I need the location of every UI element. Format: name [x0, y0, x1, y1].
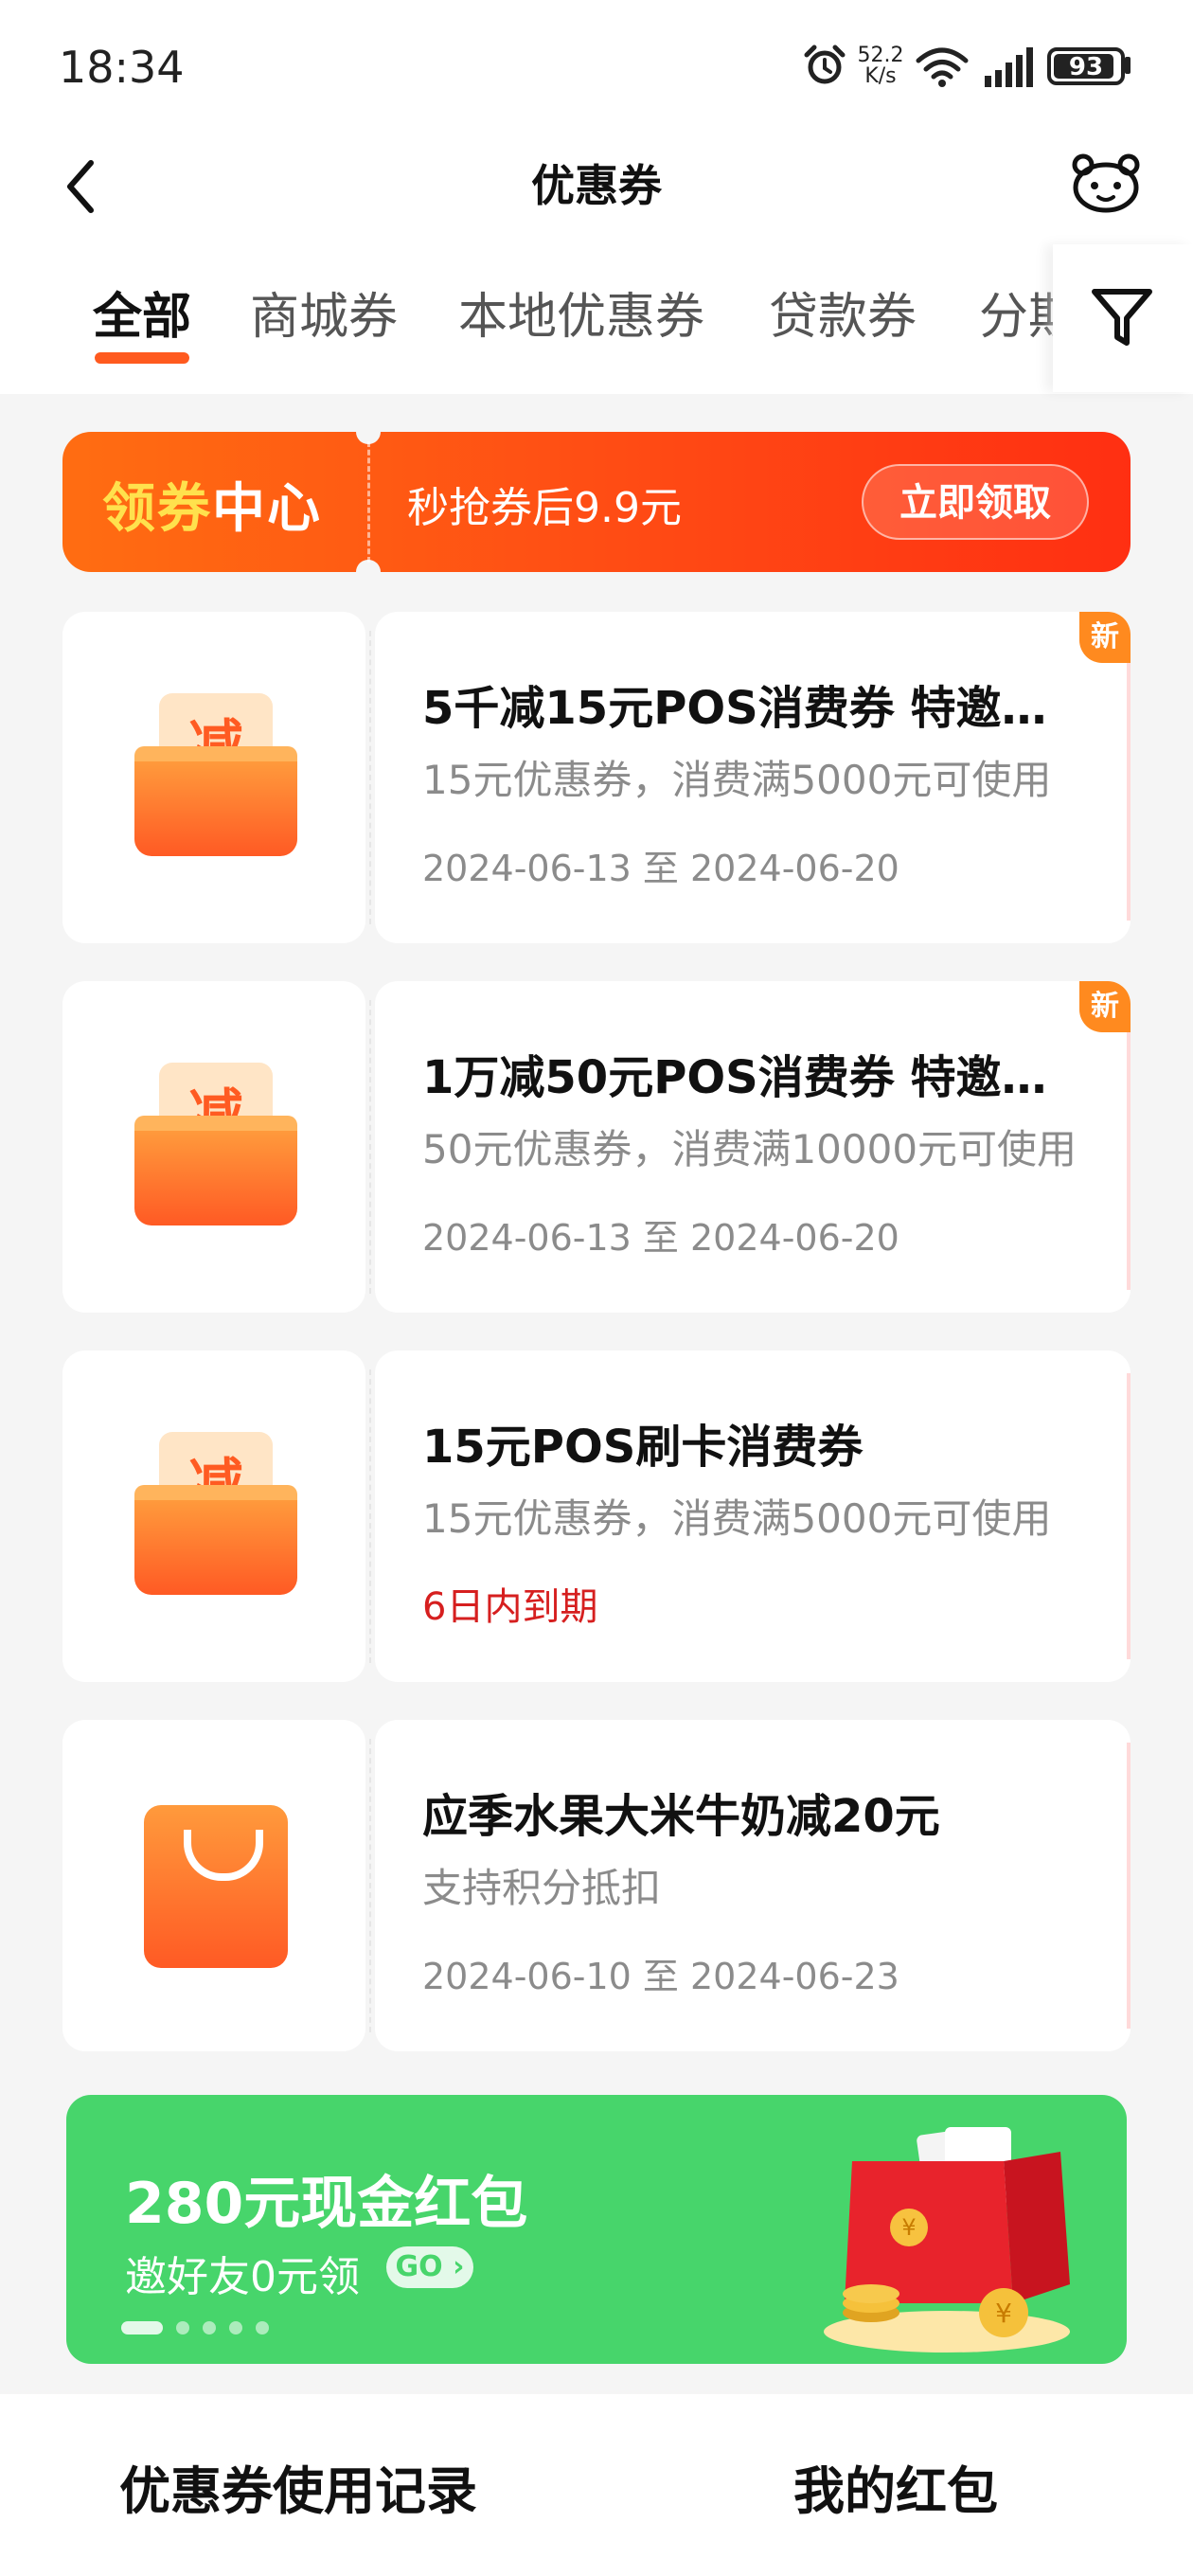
discount-envelope-icon: 减: [134, 693, 297, 856]
alarm-icon: [804, 45, 846, 84]
coupon-usage-record-button[interactable]: 优惠券使用记录: [119, 2449, 477, 2524]
coupon-card-left: 减: [62, 612, 365, 943]
coupon-title: 应季水果大米牛奶减20元: [422, 1790, 940, 1843]
filter-button[interactable]: [1053, 244, 1193, 392]
my-redpack-button[interactable]: 我的红包: [793, 2449, 998, 2524]
cash-redpack-promo-banner[interactable]: 280元现金红包 邀好友0元领 GO › ¥ ¥: [66, 2095, 1127, 2364]
coupon-card-left: 减: [62, 981, 365, 1313]
claim-now-button[interactable]: 立即领取: [862, 464, 1089, 540]
network-speed-value: 52.2: [857, 44, 904, 67]
coupon-card-left: [62, 1720, 365, 2051]
svg-text:¥: ¥: [901, 2214, 916, 2241]
tab-active-indicator: [95, 352, 189, 364]
coupon-center-title-part1: 领券: [102, 478, 212, 540]
promo-subtitle: 邀好友0元领: [125, 2253, 360, 2301]
new-badge: 新: [1079, 981, 1131, 1032]
carousel-indicator: [121, 2320, 282, 2338]
coupon-title: 15元POS刷卡消费券: [422, 1421, 864, 1474]
coupon-description: 15元优惠券，消费满5000元可使用: [422, 757, 1052, 803]
card-divider: [369, 1000, 371, 1294]
coupon-validity: 2024-06-13 至 2024-06-20: [422, 848, 899, 889]
back-button[interactable]: [53, 153, 110, 220]
filter-icon: [1092, 289, 1152, 346]
card-divider: [369, 1369, 371, 1663]
signal-icon: [985, 47, 1033, 87]
tab-mall[interactable]: 商城券: [250, 277, 398, 348]
network-speed-unit: K/s: [864, 64, 897, 88]
coupon-center-description: 秒抢券后9.9元: [407, 484, 682, 532]
customer-service-robot-icon[interactable]: [1068, 152, 1144, 218]
coupon-description: 15元优惠券，消费满5000元可使用: [422, 1495, 1052, 1542]
coupon-validity: 2024-06-10 至 2024-06-23: [422, 1956, 899, 1997]
tab-local[interactable]: 本地优惠券: [458, 277, 704, 348]
wifi-icon: [916, 47, 969, 87]
ticket-divider: [367, 441, 370, 563]
coupon-title: 5千减15元POS消费券 特邀商户专享: [422, 682, 1085, 735]
tab-all[interactable]: 全部: [93, 277, 191, 348]
shopping-bag-icon: [144, 1801, 288, 1968]
battery-icon: 93: [1047, 47, 1125, 85]
new-badge: 新: [1079, 612, 1131, 663]
svg-text:¥: ¥: [995, 2298, 1012, 2329]
tab-loan[interactable]: 贷款券: [769, 277, 917, 348]
network-speed: 52.2 K/s: [854, 45, 907, 87]
battery-nub: [1125, 57, 1131, 74]
coupon-validity: 2024-06-13 至 2024-06-20: [422, 1217, 899, 1259]
coupon-expiry-warning: 6日内到期: [422, 1585, 598, 1629]
coupon-card-left: 减: [62, 1351, 365, 1682]
coupon-title: 1万减50元POS消费券 特邀商户专享: [422, 1051, 1085, 1104]
coupon-center-banner[interactable]: 领券中心 秒抢券后9.9元 立即领取: [62, 432, 1131, 572]
coupon-center-title-part2: 中心: [212, 478, 322, 540]
card-divider: [369, 631, 371, 924]
discount-envelope-icon: 减: [134, 1432, 297, 1595]
battery-level: 93: [1068, 53, 1104, 81]
discount-envelope-icon: 减: [134, 1063, 297, 1225]
coupon-description: 支持积分抵扣: [422, 1865, 662, 1911]
coupon-center-title: 领券中心: [102, 466, 322, 543]
status-time: 18:34: [59, 42, 185, 93]
promo-title: 280元现金红包: [125, 2171, 528, 2237]
coupon-description: 50元优惠券，消费满10000元可使用: [422, 1126, 1077, 1172]
card-divider: [369, 1739, 371, 2032]
promo-go-button[interactable]: GO ›: [386, 2246, 473, 2288]
page-title: 优惠券: [531, 160, 662, 211]
red-envelope-illustration: ¥ ¥: [824, 2127, 1070, 2352]
